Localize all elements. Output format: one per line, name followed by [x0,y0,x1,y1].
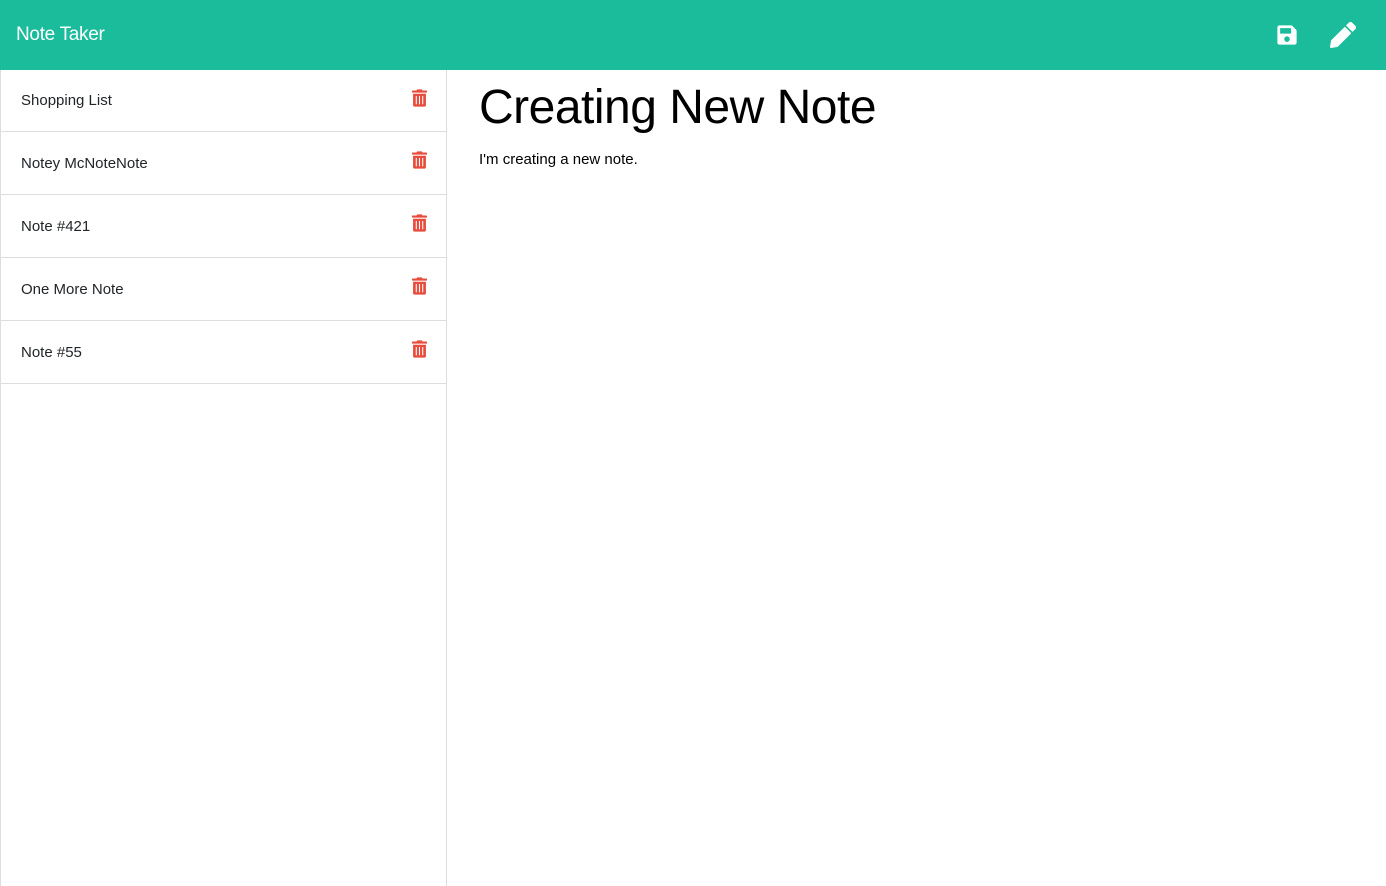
save-note-button[interactable] [1274,22,1300,48]
trash-icon[interactable] [411,150,427,170]
trash-icon[interactable] [411,276,427,296]
new-note-button[interactable] [1330,22,1356,48]
list-item[interactable]: Shopping List [1,70,446,132]
note-title[interactable]: Note #55 [21,344,82,361]
note-title-input[interactable]: Creating New Note [479,82,1354,134]
app-title[interactable]: Note Taker [16,24,105,46]
toolbar [1274,0,1370,70]
note-text-area[interactable]: I'm creating a new note. [479,151,1354,168]
note-title[interactable]: Shopping List [21,92,112,109]
notes-sidebar: Shopping List Notey McNoteNote Note #421… [0,70,447,886]
note-editor: Creating New Note I'm creating a new not… [447,70,1386,886]
trash-icon[interactable] [411,88,427,108]
list-item[interactable]: Note #421 [1,195,446,258]
note-title[interactable]: Note #421 [21,218,90,235]
navbar: Note Taker [0,0,1386,70]
pencil-icon [1330,22,1356,48]
note-title[interactable]: Notey McNoteNote [21,155,148,172]
list-item[interactable]: Notey McNoteNote [1,132,446,195]
note-title[interactable]: One More Note [21,281,124,298]
note-list: Shopping List Notey McNoteNote Note #421… [1,70,446,384]
save-icon [1277,25,1297,45]
trash-icon[interactable] [411,339,427,359]
list-item[interactable]: One More Note [1,258,446,321]
list-item[interactable]: Note #55 [1,321,446,384]
trash-icon[interactable] [411,213,427,233]
